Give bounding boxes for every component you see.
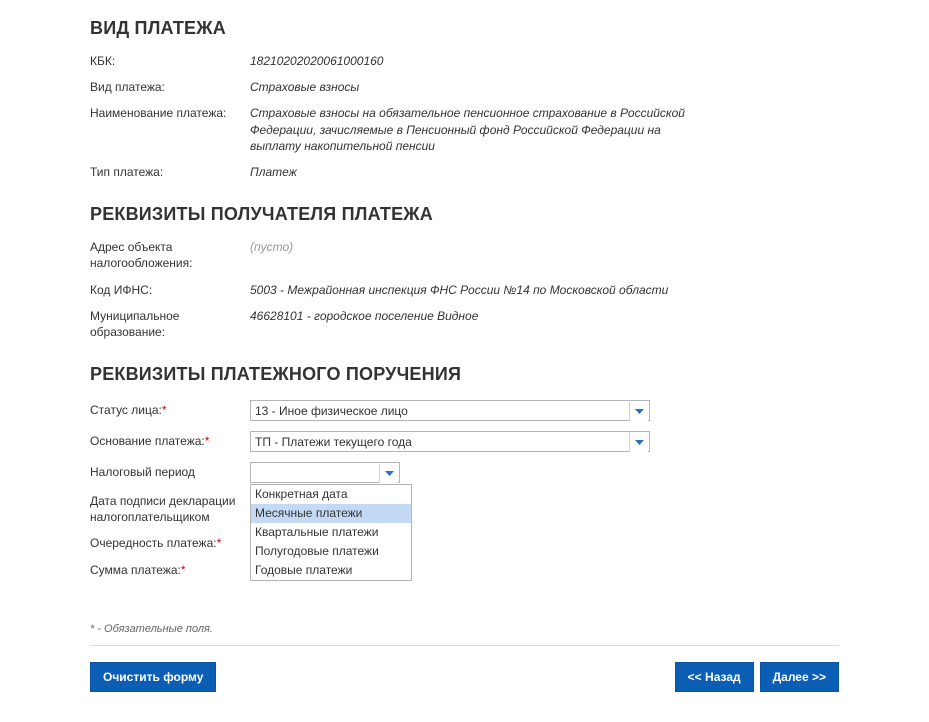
period-option[interactable]: Месячные платежи xyxy=(251,504,411,523)
ifns-value: 5003 - Межрайонная инспекция ФНС России … xyxy=(250,282,690,298)
tax-addr-label: Адрес объекта налогообложения: xyxy=(90,239,250,271)
basis-select[interactable]: ТП - Платежи текущего года xyxy=(250,431,650,452)
basis-select-value: ТП - Платежи текущего года xyxy=(255,435,412,449)
row-status: Статус лица:* 13 - Иное физическое лицо xyxy=(90,395,839,426)
payment-name-label: Наименование платежа: xyxy=(90,105,250,121)
row-basis: Основание платежа:* ТП - Платежи текущег… xyxy=(90,426,839,457)
period-option[interactable]: Полугодовые платежи xyxy=(251,542,411,561)
basis-label: Основание платежа:* xyxy=(90,433,250,449)
required-star: * xyxy=(181,563,186,577)
tax-addr-value: (пусто) xyxy=(250,239,690,255)
period-label: Налоговый период xyxy=(90,464,250,480)
row-payment-type: Тип платежа: Платеж xyxy=(90,160,839,186)
required-star: * xyxy=(205,434,210,448)
required-fields-note: * - Обязательные поля. xyxy=(90,623,839,635)
muni-label: Муниципальное образование: xyxy=(90,308,250,340)
section1-title: ВИД ПЛАТЕЖА xyxy=(90,18,839,39)
chevron-down-icon xyxy=(379,464,398,483)
status-select[interactable]: 13 - Иное физическое лицо xyxy=(250,400,650,421)
status-label: Статус лица:* xyxy=(90,402,250,418)
back-button[interactable]: << Назад xyxy=(675,662,754,692)
clear-form-button[interactable]: Очистить форму xyxy=(90,662,216,692)
sign-date-label: Дата подписи декларации налогоплательщик… xyxy=(90,493,250,525)
section3-title: РЕКВИЗИТЫ ПЛАТЕЖНОГО ПОРУЧЕНИЯ xyxy=(90,364,839,385)
row-period: Налоговый период Конкретная датаМесячные… xyxy=(90,457,839,488)
kbk-label: КБК: xyxy=(90,53,250,69)
required-star: * xyxy=(162,403,167,417)
row-order: Очередность платежа:* xyxy=(90,530,839,556)
period-option[interactable]: Квартальные платежи xyxy=(251,523,411,542)
status-select-value: 13 - Иное физическое лицо xyxy=(255,404,408,418)
payment-kind-value: Страховые взносы xyxy=(250,79,690,95)
chevron-down-icon xyxy=(629,433,648,452)
button-bar: Очистить форму << Назад Далее >> xyxy=(90,662,839,692)
period-option[interactable]: Конкретная дата xyxy=(251,485,411,504)
section2-title: РЕКВИЗИТЫ ПОЛУЧАТЕЛЯ ПЛАТЕЖА xyxy=(90,204,839,225)
row-sign-date: Дата подписи декларации налогоплательщик… xyxy=(90,488,839,530)
payment-type-label: Тип платежа: xyxy=(90,164,250,180)
period-select[interactable] xyxy=(250,462,400,483)
ifns-label: Код ИФНС: xyxy=(90,282,250,298)
period-option[interactable]: Годовые платежи xyxy=(251,561,411,580)
row-amount: Сумма платежа:* xyxy=(90,557,839,583)
separator-line xyxy=(90,645,839,646)
period-dropdown: Конкретная датаМесячные платежиКвартальн… xyxy=(250,484,412,581)
next-button[interactable]: Далее >> xyxy=(760,662,839,692)
order-label: Очередность платежа:* xyxy=(90,535,250,551)
row-tax-addr: Адрес объекта налогообложения: (пусто) xyxy=(90,235,839,277)
payment-name-value: Страховые взносы на обязательное пенсион… xyxy=(250,105,690,154)
row-muni: Муниципальное образование: 46628101 - го… xyxy=(90,304,839,346)
payment-type-value: Платеж xyxy=(250,164,690,180)
payment-kind-label: Вид платежа: xyxy=(90,79,250,95)
chevron-down-icon xyxy=(629,402,648,421)
muni-value: 46628101 - городское поселение Видное xyxy=(250,308,690,324)
row-ifns: Код ИФНС: 5003 - Межрайонная инспекция Ф… xyxy=(90,278,839,304)
row-payment-name: Наименование платежа: Страховые взносы н… xyxy=(90,101,839,160)
row-kbk: КБК: 18210202020061000160 xyxy=(90,49,839,75)
kbk-value: 18210202020061000160 xyxy=(250,53,690,69)
row-payment-kind: Вид платежа: Страховые взносы xyxy=(90,75,839,101)
amount-label: Сумма платежа:* xyxy=(90,562,250,578)
required-star: * xyxy=(217,536,222,550)
